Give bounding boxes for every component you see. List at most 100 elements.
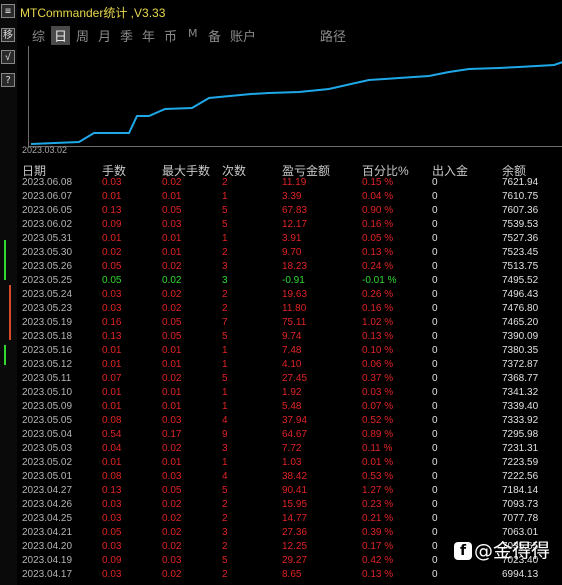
table-row[interactable]: 2023.05.16 0.01 0.01 1 7.48 0.10 % 0 7380.35 (18, 344, 562, 358)
cell-deposit: 0 (432, 359, 438, 370)
cell-count: 4 (222, 471, 228, 482)
tab-day[interactable]: 日 (51, 26, 71, 45)
cell-balance: 7333.92 (502, 415, 539, 426)
cell-count: 5 (222, 205, 228, 216)
cell-max-lots: 0.03 (162, 471, 182, 482)
candle-red (9, 285, 11, 340)
cell-balance: 7368.77 (502, 373, 539, 384)
cell-count: 3 (222, 527, 228, 538)
candle-green (4, 240, 6, 280)
tab-notes[interactable]: 备 (208, 26, 221, 45)
cell-date: 2023.05.10 (22, 387, 73, 398)
cell-max-lots: 0.02 (162, 499, 182, 510)
tab-magic[interactable]: M (188, 27, 198, 40)
cell-pnl: 18.23 (282, 261, 308, 272)
table-row[interactable]: 2023.05.10 0.01 0.01 1 1.92 0.03 % 0 7341.32 (18, 386, 562, 400)
left-toolbar: ≡ 移 √ ? (0, 0, 17, 585)
table-row[interactable]: 2023.06.07 0.01 0.01 1 3.39 0.04 % 0 7610.75 (18, 190, 562, 204)
cell-lots: 0.54 (102, 429, 122, 440)
cell-date: 2023.06.05 (22, 205, 73, 216)
cell-balance: 7513.75 (502, 261, 539, 272)
check-button[interactable]: √ (1, 50, 15, 64)
table-row[interactable]: 2023.06.02 0.09 0.03 5 12.17 0.16 % 0 7539.53 (18, 218, 562, 232)
table-row[interactable]: 2023.05.01 0.08 0.03 4 38.42 0.53 % 0 7222.56 (18, 470, 562, 484)
cell-max-lots: 0.05 (162, 317, 182, 328)
table-row[interactable]: 2023.05.25 0.05 0.02 3 -0.91 -0.01 % 0 7495.52 (18, 274, 562, 288)
table-row[interactable]: 2023.05.03 0.04 0.02 3 7.72 0.11 % 0 7231.31 (18, 442, 562, 456)
cell-max-lots: 0.02 (162, 443, 182, 454)
cell-count: 1 (222, 401, 228, 412)
cell-deposit: 0 (432, 443, 438, 454)
cell-date: 2023.05.11 (22, 373, 72, 384)
cell-lots: 0.05 (102, 527, 122, 538)
move-button[interactable]: 移 (1, 28, 15, 42)
cell-count: 2 (222, 247, 228, 258)
table-row[interactable]: 2023.04.25 0.03 0.02 2 14.77 0.21 % 0 7077.78 (18, 512, 562, 526)
cell-date: 2023.04.21 (22, 527, 73, 538)
table-row[interactable]: 2023.04.27 0.13 0.05 5 90.41 1.27 % 0 7184.14 (18, 484, 562, 498)
cell-max-lots: 0.01 (162, 191, 182, 202)
cell-lots: 0.05 (102, 275, 122, 286)
tab-year[interactable]: 年 (142, 26, 155, 45)
table-row[interactable]: 2023.05.23 0.03 0.02 2 11.80 0.16 % 0 7476.80 (18, 302, 562, 316)
cell-deposit: 0 (432, 303, 438, 314)
table-row[interactable]: 2023.05.26 0.05 0.02 3 18.23 0.24 % 0 7513.75 (18, 260, 562, 274)
table-row[interactable]: 2023.05.02 0.01 0.01 1 1.03 0.01 % 0 7223.59 (18, 456, 562, 470)
tab-quarter[interactable]: 季 (120, 26, 133, 45)
cell-max-lots: 0.02 (162, 373, 182, 384)
table-row[interactable]: 2023.05.24 0.03 0.02 2 19.63 0.26 % 0 7496.43 (18, 288, 562, 302)
cell-percent: 0.04 % (362, 191, 394, 202)
table-row[interactable]: 2023.06.05 0.13 0.05 5 67.83 0.90 % 0 7607.36 (18, 204, 562, 218)
table-row[interactable]: 2023.05.11 0.07 0.02 5 27.45 0.37 % 0 7368.77 (18, 372, 562, 386)
table-row[interactable]: 2023.05.30 0.02 0.01 2 9.70 0.13 % 0 7523.45 (18, 246, 562, 260)
cell-max-lots: 0.02 (162, 275, 182, 286)
cell-lots: 0.03 (102, 499, 122, 510)
cell-max-lots: 0.02 (162, 261, 182, 272)
tab-path[interactable]: 路径 (320, 26, 346, 45)
table-row[interactable]: 2023.05.12 0.01 0.01 1 4.10 0.06 % 0 7372.87 (18, 358, 562, 372)
cell-deposit: 0 (432, 373, 438, 384)
table-row[interactable]: 2023.05.19 0.16 0.05 7 75.11 1.02 % 0 7465.20 (18, 316, 562, 330)
tab-account[interactable]: 账户 (230, 26, 256, 45)
table-row[interactable]: 2023.05.04 0.54 0.17 9 64.67 0.89 % 0 7295.98 (18, 428, 562, 442)
cell-balance: 7539.53 (502, 219, 539, 230)
cell-balance: 7607.36 (502, 205, 539, 216)
cell-count: 5 (222, 373, 228, 384)
cell-balance: 7223.59 (502, 457, 539, 468)
cell-date: 2023.05.02 (22, 457, 73, 468)
cell-percent: 0.07 % (362, 401, 394, 412)
table-row[interactable]: 2023.04.17 0.03 0.02 2 8.65 0.13 % 0 6994.13 (18, 568, 562, 582)
cell-deposit: 0 (432, 289, 438, 300)
cell-percent: 0.17 % (362, 541, 394, 552)
table-row[interactable]: 2023.05.09 0.01 0.01 1 5.48 0.07 % 0 7339.40 (18, 400, 562, 414)
cell-pnl: 27.36 (282, 527, 308, 538)
table-row[interactable]: 2023.05.31 0.01 0.01 1 3.91 0.05 % 0 7527.36 (18, 232, 562, 246)
cell-date: 2023.04.17 (22, 569, 73, 580)
table-row[interactable]: 2023.05.05 0.08 0.03 4 37.94 0.52 % 0 7333.92 (18, 414, 562, 428)
table-row[interactable]: 2023.04.26 0.03 0.02 2 15.95 0.23 % 0 7093.73 (18, 498, 562, 512)
table-row[interactable]: 2023.06.08 0.03 0.02 2 11.19 0.15 % 0 7621.94 (18, 176, 562, 190)
cell-count: 3 (222, 275, 228, 286)
cell-max-lots: 0.05 (162, 485, 182, 496)
cell-percent: -0.01 % (362, 275, 397, 286)
cell-deposit: 0 (432, 331, 438, 342)
cell-deposit: 0 (432, 205, 438, 216)
tab-currency[interactable]: 币 (164, 26, 177, 45)
help-button[interactable]: ? (1, 73, 15, 87)
cell-lots: 0.01 (102, 345, 122, 356)
menu-button[interactable]: ≡ (1, 4, 15, 18)
cell-pnl: 67.83 (282, 205, 308, 216)
cell-count: 2 (222, 569, 228, 580)
cell-max-lots: 0.02 (162, 177, 182, 188)
cell-count: 1 (222, 191, 228, 202)
table-row[interactable]: 2023.05.18 0.13 0.05 5 9.74 0.13 % 0 7390.09 (18, 330, 562, 344)
cell-max-lots: 0.05 (162, 205, 182, 216)
cell-deposit: 0 (432, 541, 438, 552)
cell-count: 1 (222, 387, 228, 398)
tab-summary[interactable]: 综 (32, 26, 45, 45)
cell-max-lots: 0.03 (162, 219, 182, 230)
tab-month[interactable]: 月 (98, 26, 111, 45)
chart-start-date: 2023.03.02 (22, 145, 68, 155)
tab-week[interactable]: 周 (76, 26, 89, 45)
watermark: f @金得得 (454, 536, 550, 563)
